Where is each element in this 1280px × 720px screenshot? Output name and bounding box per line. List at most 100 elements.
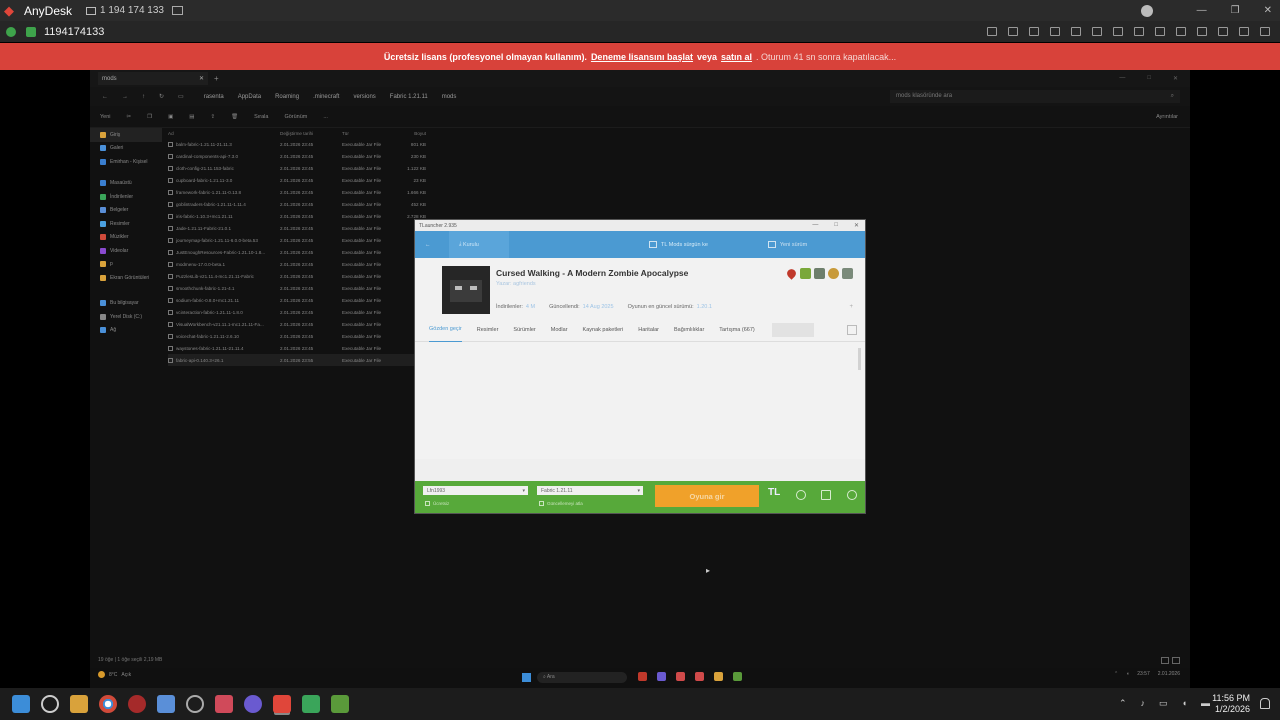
table-row[interactable]: balm-fabric-1.21.11-21.11.3 2.01.2026 23:… [168,138,428,150]
paste-icon[interactable]: ▣ [168,114,173,120]
table-row[interactable]: JustEnoughResources-Fabric-1.21.10-1.8..… [168,246,428,258]
table-row[interactable]: journeymap-fabric-1.21.11-6.0.0-beta.53 2… [168,234,428,246]
table-row[interactable]: voicechat-fabric-1.21.11-2.6.10 2.01.2026… [168,330,428,342]
menu-icon[interactable] [1260,27,1270,36]
remote-address[interactable]: 1194174133 [44,26,104,38]
steam-icon[interactable] [186,695,204,713]
clipboard-icon[interactable] [1071,27,1081,36]
close-button[interactable]: ✕ [1264,5,1272,16]
session-tab[interactable]: 1 194 174 133 [86,5,164,16]
taskbar-search[interactable]: ⌕ Ara [537,672,627,683]
table-row[interactable]: framework-fabric-1.21.11-0.13.8 2.01.2026… [168,186,428,198]
details-button[interactable]: Ayrıntılar [1156,114,1178,120]
explorer-close-button[interactable]: ✕ [1173,75,1178,82]
sidebar-item[interactable]: Belgeler [90,204,162,218]
start-icon[interactable] [522,673,531,682]
account-select[interactable]: Lfn1993 ▾ [423,486,528,495]
new-tab-button[interactable]: + [214,74,219,83]
new-button[interactable]: Yeni [100,114,111,120]
back-arrow-icon[interactable]: ← [425,242,433,248]
explorer-tab[interactable]: mods ✕ [98,72,208,85]
column-size[interactable]: Boyut [394,131,426,136]
minimize-button[interactable]: — [1197,5,1207,16]
files-icon[interactable] [1029,27,1039,36]
star-icon[interactable] [1050,27,1060,36]
wifi-icon[interactable]: ⌃ [1114,671,1118,677]
anydesk-icon[interactable] [273,695,291,713]
breadcrumb-item[interactable]: versions [353,94,375,100]
new-version-tab[interactable]: Yeni sürüm [767,241,807,248]
search-icon[interactable] [41,695,59,713]
tab-mods[interactable]: Modlar [551,318,568,342]
settings-icon[interactable] [1239,27,1249,36]
tl-logo-icon[interactable]: TL [768,487,782,504]
table-row[interactable]: PuzzlesLib-v21.11.4-mc1.21.11-Fabric 2.01… [168,270,428,282]
tab-versions[interactable]: Sürümler [513,318,535,342]
maximize-button[interactable]: ❐ [1231,5,1240,16]
version-select[interactable]: Fabric 1.21.11 ▾ [537,486,643,495]
table-row[interactable]: cloth-config-21.11.153-fabric 2.01.2026 2… [168,162,428,174]
rename-icon[interactable]: ▤ [189,114,194,120]
app-icon[interactable] [695,672,704,681]
sidebar-item[interactable]: p [90,258,162,272]
folder-icon[interactable] [714,672,723,681]
table-row[interactable]: goblintraders-fabric-1.21.11-1.11.4 2.01.… [168,198,428,210]
breadcrumb-item[interactable]: Roaming [275,94,299,100]
mic-icon[interactable]: ♪ [1141,698,1146,709]
minecraft-icon[interactable] [733,672,742,681]
table-row[interactable]: fabric-api-0.140.3+26.1 2.01.2026 23:55 Ex… [168,354,428,366]
start-trial-link[interactable]: Deneme lisansını başlat [591,52,693,62]
table-row[interactable]: cardinal-components-api-7.3.0 2.01.2026 2… [168,150,428,162]
launcher-close-button[interactable]: ✕ [854,222,859,229]
bell-icon[interactable] [1260,698,1270,709]
folder-icon[interactable] [70,695,88,713]
share-icon[interactable]: ⇪ [210,114,215,120]
column-type[interactable]: Tür [342,131,394,136]
delete-icon[interactable]: 🗑 [231,114,238,120]
tab-icon[interactable] [1092,27,1102,36]
installed-tab[interactable]: TL Mods sürgün ke [649,241,708,248]
more-button[interactable]: ... [323,114,328,120]
table-row[interactable]: smoothchunk-fabric-1.21-4.1 2.01.2026 23:… [168,282,428,294]
sidebar-item[interactable]: Giriş [90,128,162,142]
breadcrumb-item[interactable]: Fabric 1.21.11 [390,94,428,100]
discord-icon[interactable] [244,695,262,713]
sidebar-item[interactable]: Ağ [90,324,162,338]
app-icon[interactable] [128,695,146,713]
chevron-up-icon[interactable]: ⌃ [1119,698,1127,709]
folder-icon[interactable] [821,490,831,500]
tab-resource-packs[interactable]: Kaynak paketleri [583,318,624,342]
free-account-checkbox[interactable]: Ücretsiz [425,501,449,506]
more-icon[interactable]: + [849,304,853,310]
remote-desktop[interactable]: mods ✕ + — □ ✕ ← → ↑ ↻ ▭ rasenta AppData R… [90,70,1190,688]
play-button[interactable]: Oyuna gir [655,485,759,507]
launcher-minimize-button[interactable]: — [812,222,818,229]
tiles-view-button[interactable] [1172,657,1180,664]
table-row[interactable]: vcinteraction-fabric-1.21.11-1.8.0 2.01.2… [168,306,428,318]
remote-time[interactable]: 23:57 [1137,671,1150,677]
sidebar-item[interactable]: Videolar [90,244,162,258]
start-icon[interactable] [12,695,30,713]
app-icon[interactable] [676,672,685,681]
tab-dependencies[interactable]: Bağımlılıklar [674,318,704,342]
breadcrumb-item[interactable]: AppData [238,94,261,100]
table-row[interactable]: iris-fabric-1.10.3+mc1.21.11 2.01.2026 23… [168,210,428,222]
window-icon[interactable] [1113,27,1123,36]
lightning-icon[interactable] [1155,27,1165,36]
tab-images[interactable]: Resimler [477,318,499,342]
network-icon[interactable]: ▭ [1159,698,1168,709]
install-button-placeholder[interactable] [771,322,814,337]
record-icon[interactable] [1197,27,1207,36]
refresh-icon[interactable] [796,490,806,500]
skip-update-checkbox[interactable]: Güncellemeyi atla [539,501,583,506]
buy-link[interactable]: satın al [721,52,752,62]
table-row[interactable]: modmenu-17.0.0-beta.1 2.01.2026 23:45 Exec… [168,258,428,270]
cut-icon[interactable]: ✂ [127,114,132,120]
sidebar-item[interactable]: Masaüstü [90,177,162,191]
display-icon[interactable] [987,27,997,36]
column-name[interactable]: Ad [168,131,280,136]
launcher-maximize-button[interactable]: □ [834,222,838,229]
close-tab-icon[interactable]: ✕ [199,75,204,82]
volume-icon[interactable]: ◖ [1182,698,1187,709]
table-row[interactable]: cupboard-fabric-1.21.11-3.0 2.01.2026 23:… [168,174,428,186]
